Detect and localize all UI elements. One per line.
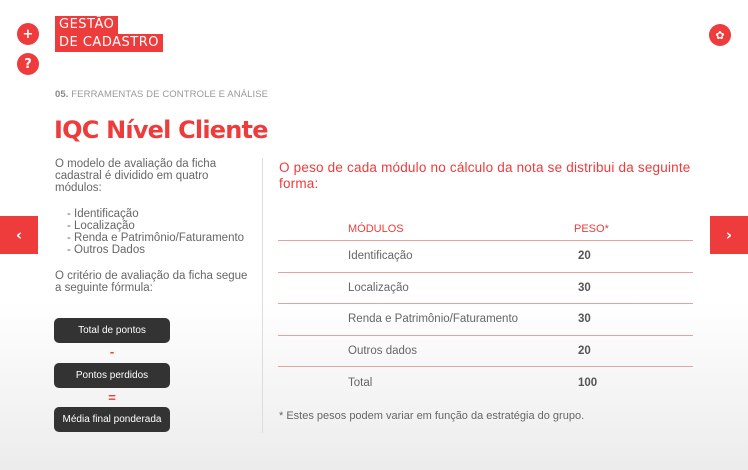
row-weight: 30 bbox=[578, 281, 591, 294]
equals-operator: = bbox=[108, 390, 116, 405]
next-page-button[interactable]: › bbox=[710, 216, 748, 254]
app-title-line-2: DE CADASTRO bbox=[55, 34, 163, 52]
list-item: - Identificação bbox=[67, 208, 139, 220]
row-module: Identificação bbox=[348, 250, 413, 263]
add-button[interactable]: + bbox=[17, 23, 39, 45]
plus-icon: + bbox=[22, 26, 34, 42]
formula-lost-pill: Pontos perdidos bbox=[54, 363, 170, 388]
section-number: 05. bbox=[55, 89, 69, 100]
table-header: MÓDULOS PESO* bbox=[278, 223, 693, 241]
column-divider bbox=[262, 158, 263, 433]
row-module: Total bbox=[348, 377, 373, 390]
table-row: Localização 30 bbox=[278, 273, 693, 305]
row-module: Renda e Patrimônio/Faturamento bbox=[348, 313, 519, 326]
intro-text: O modelo de avaliação da ficha cadastral… bbox=[55, 158, 217, 194]
page-title: IQC Nível Cliente bbox=[54, 116, 269, 144]
chevron-left-icon: ‹ bbox=[15, 226, 23, 244]
minus-operator: - bbox=[109, 344, 115, 359]
table-row: Outros dados 20 bbox=[278, 336, 693, 368]
formula-total-pill: Total de pontos bbox=[54, 318, 170, 343]
app-title-line-1: GESTÃO bbox=[55, 16, 119, 34]
formula-result-pill: Média final ponderada bbox=[54, 407, 170, 432]
table-row: Renda e Patrimônio/Faturamento 30 bbox=[278, 304, 693, 336]
favorite-button[interactable]: ✿ bbox=[709, 24, 731, 46]
list-item: - Outros Dados bbox=[67, 244, 145, 256]
table-row: Identificação 20 bbox=[278, 241, 693, 273]
left-column: O modelo de avaliação da ficha cadastral… bbox=[55, 158, 255, 294]
app-title: GESTÃO DE CADASTRO bbox=[55, 16, 163, 52]
flower-icon: ✿ bbox=[715, 28, 725, 42]
row-weight: 20 bbox=[578, 250, 591, 263]
criteria-text: O critério de avaliação da ficha segue a… bbox=[55, 270, 248, 294]
header-weight: PESO* bbox=[574, 223, 609, 235]
chevron-right-icon: › bbox=[725, 226, 733, 244]
modules-list: - Identificação - Localização - Renda e … bbox=[67, 208, 255, 256]
prev-page-button[interactable]: ‹ bbox=[0, 216, 38, 254]
section-label: 05. FERRAMENTAS DE CONTROLE E ANÁLISE bbox=[55, 89, 268, 100]
row-weight: 30 bbox=[578, 313, 591, 326]
help-button[interactable]: ? bbox=[17, 53, 39, 75]
section-name: FERRAMENTAS DE CONTROLE E ANÁLISE bbox=[71, 89, 269, 100]
footnote: * Estes pesos podem variar em função da … bbox=[279, 410, 585, 422]
row-weight: 20 bbox=[578, 345, 591, 358]
row-weight: 100 bbox=[578, 377, 598, 390]
list-item: - Localização bbox=[67, 220, 135, 232]
row-module: Localização bbox=[348, 281, 409, 294]
weights-table: MÓDULOS PESO* Identificação 20 Localizaç… bbox=[278, 223, 693, 399]
row-module: Outros dados bbox=[348, 345, 418, 358]
list-item: - Renda e Patrimônio/Faturamento bbox=[67, 232, 245, 244]
weights-intro: O peso de cada módulo no cálculo da nota… bbox=[279, 160, 691, 191]
table-row-total: Total 100 bbox=[278, 367, 693, 399]
header-modules: MÓDULOS bbox=[348, 223, 404, 235]
question-icon: ? bbox=[24, 56, 32, 72]
